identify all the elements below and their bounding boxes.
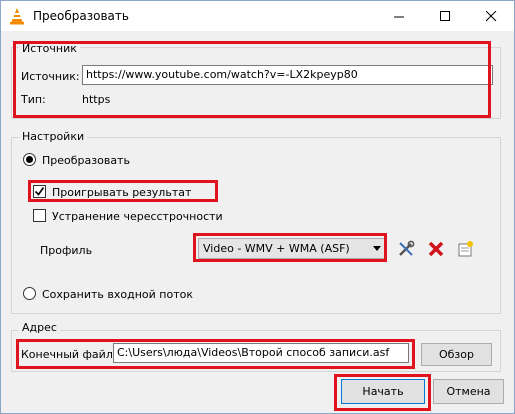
maximize-icon [439,10,450,21]
chevron-down-icon [373,246,381,251]
type-value: https [82,93,111,106]
play-result-label: Проигрывать результат [52,186,192,199]
checkmark-icon [34,187,45,196]
type-label: Тип: [21,93,46,106]
profile-select[interactable]: Video - WMV + WMA (ASF) [198,238,386,259]
start-button[interactable]: Начать [341,379,425,404]
keep-stream-label: Сохранить входной поток [42,288,193,301]
source-legend: Источник [19,42,80,55]
keep-stream-radio[interactable] [23,287,36,300]
convert-radio[interactable] [23,153,36,166]
cancel-button[interactable]: Отмена [433,379,504,404]
wrench-screwdriver-icon [399,240,415,256]
deinterlace-label: Устранение чересстрочности [52,210,223,223]
title-bar[interactable]: Преобразовать [1,1,514,31]
source-url-field[interactable]: https://www.youtube.com/watch?v=-LX2kpey… [82,65,493,85]
play-result-checkbox[interactable] [33,185,46,198]
convert-radio-label: Преобразовать [42,154,130,167]
minimize-button[interactable] [376,1,422,31]
profile-selected-value: Video - WMV + WMA (ASF) [203,242,350,255]
new-profile-icon [458,241,473,257]
vlc-cone-icon [10,8,24,25]
source-label: Источник: [21,70,80,83]
delete-profile-button[interactable] [425,238,447,260]
maximize-button[interactable] [422,1,468,31]
dest-file-label: Конечный файл: [21,348,117,361]
browse-button[interactable]: Обзор [421,343,492,366]
new-profile-button[interactable] [454,238,476,260]
dest-file-field[interactable]: C:\Users\люда\Videos\Второй способ запис… [113,343,409,363]
delete-red-x-icon [428,241,444,257]
close-button[interactable] [468,1,514,31]
profile-label: Профиль [40,244,93,257]
address-legend: Адрес [19,321,60,334]
settings-legend: Настройки [19,130,88,143]
convert-dialog: Преобразовать Источник Источник: https:/… [0,0,515,414]
edit-profile-button[interactable] [395,238,417,260]
minimize-icon [393,16,404,17]
close-icon [485,10,496,21]
deinterlace-checkbox[interactable] [33,209,46,222]
window-title: Преобразовать [33,9,129,23]
